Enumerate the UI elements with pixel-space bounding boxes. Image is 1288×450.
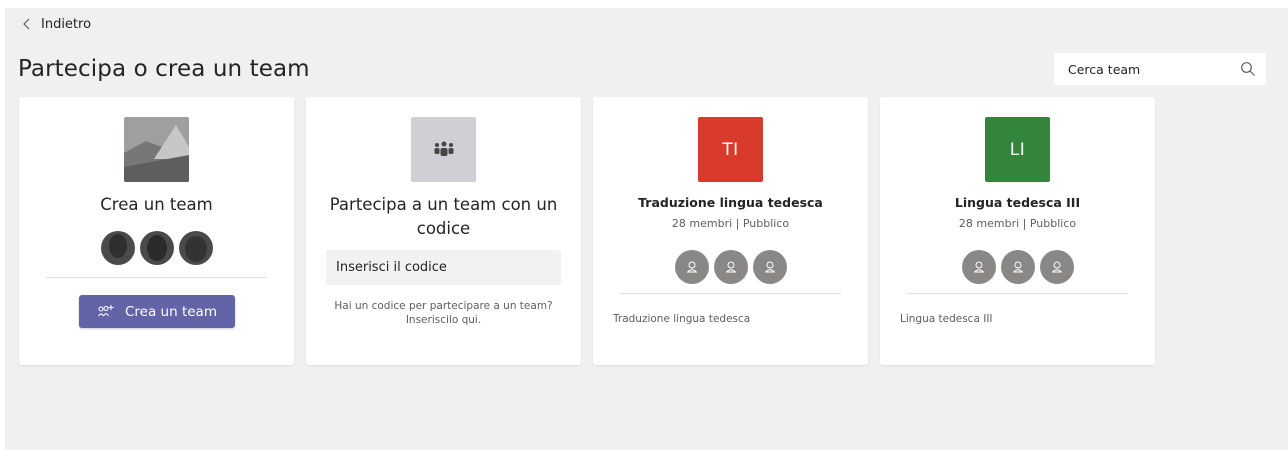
page-title: Partecipa o crea un team — [18, 56, 310, 82]
team-people-icon — [411, 117, 476, 182]
team-landscape-icon — [124, 117, 189, 182]
person-icon — [961, 250, 996, 284]
add-people-icon — [97, 304, 115, 320]
person-icon — [752, 250, 787, 284]
divider — [907, 293, 1128, 294]
team-card[interactable]: LI Lingua tedesca III 28 membri | Pubbli… — [880, 97, 1155, 365]
back-link[interactable]: Indietro — [19, 16, 91, 32]
team-avatar: LI — [985, 117, 1050, 182]
divider — [620, 293, 841, 294]
back-label: Indietro — [41, 16, 92, 32]
team-meta: 28 membri | Pubblico — [671, 217, 790, 230]
join-or-create-page: Indietro Partecipa o crea un team Crea u… — [5, 8, 1288, 450]
team-description: Traduzione lingua tedesca — [613, 313, 751, 325]
avatar — [139, 231, 174, 265]
create-team-title: Crea un team — [100, 195, 213, 214]
join-hint: Hai un codice per partecipare a un team?… — [306, 299, 581, 327]
team-meta: 28 membri | Pubblico — [958, 217, 1077, 230]
avatar-group — [593, 250, 868, 284]
team-description: Lingua tedesca III — [900, 313, 993, 325]
join-hint-line: Inseriscilo qui. — [405, 314, 482, 326]
create-team-card: Crea un team Crea un team — [19, 97, 294, 365]
avatar-group — [880, 250, 1155, 284]
avatar-group — [19, 231, 294, 265]
search-input[interactable] — [1068, 61, 1240, 77]
avatar — [178, 231, 213, 265]
team-avatar: TI — [698, 117, 763, 182]
divider — [46, 277, 267, 278]
person-icon — [713, 250, 748, 284]
join-hint-line: Hai un codice per partecipare a un team? — [334, 300, 553, 312]
create-team-button-label: Crea un team — [125, 303, 217, 320]
person-icon — [674, 250, 709, 284]
team-name: Lingua tedesca III — [954, 195, 1081, 210]
team-name: Traduzione lingua tedesca — [638, 195, 823, 210]
person-icon — [1000, 250, 1035, 284]
join-with-code-card: Partecipa a un team con un codice Hai un… — [306, 97, 581, 365]
avatar — [100, 231, 135, 265]
team-card[interactable]: TI Traduzione lingua tedesca 28 membri |… — [593, 97, 868, 365]
create-team-button[interactable]: Crea un team — [79, 295, 235, 328]
join-card-title: Partecipa a un team con un codice — [329, 195, 558, 238]
search-box[interactable] — [1054, 53, 1266, 85]
person-icon — [1039, 250, 1074, 284]
search-icon[interactable] — [1240, 61, 1256, 77]
chevron-left-icon — [19, 16, 35, 32]
team-code-input[interactable] — [326, 250, 561, 285]
